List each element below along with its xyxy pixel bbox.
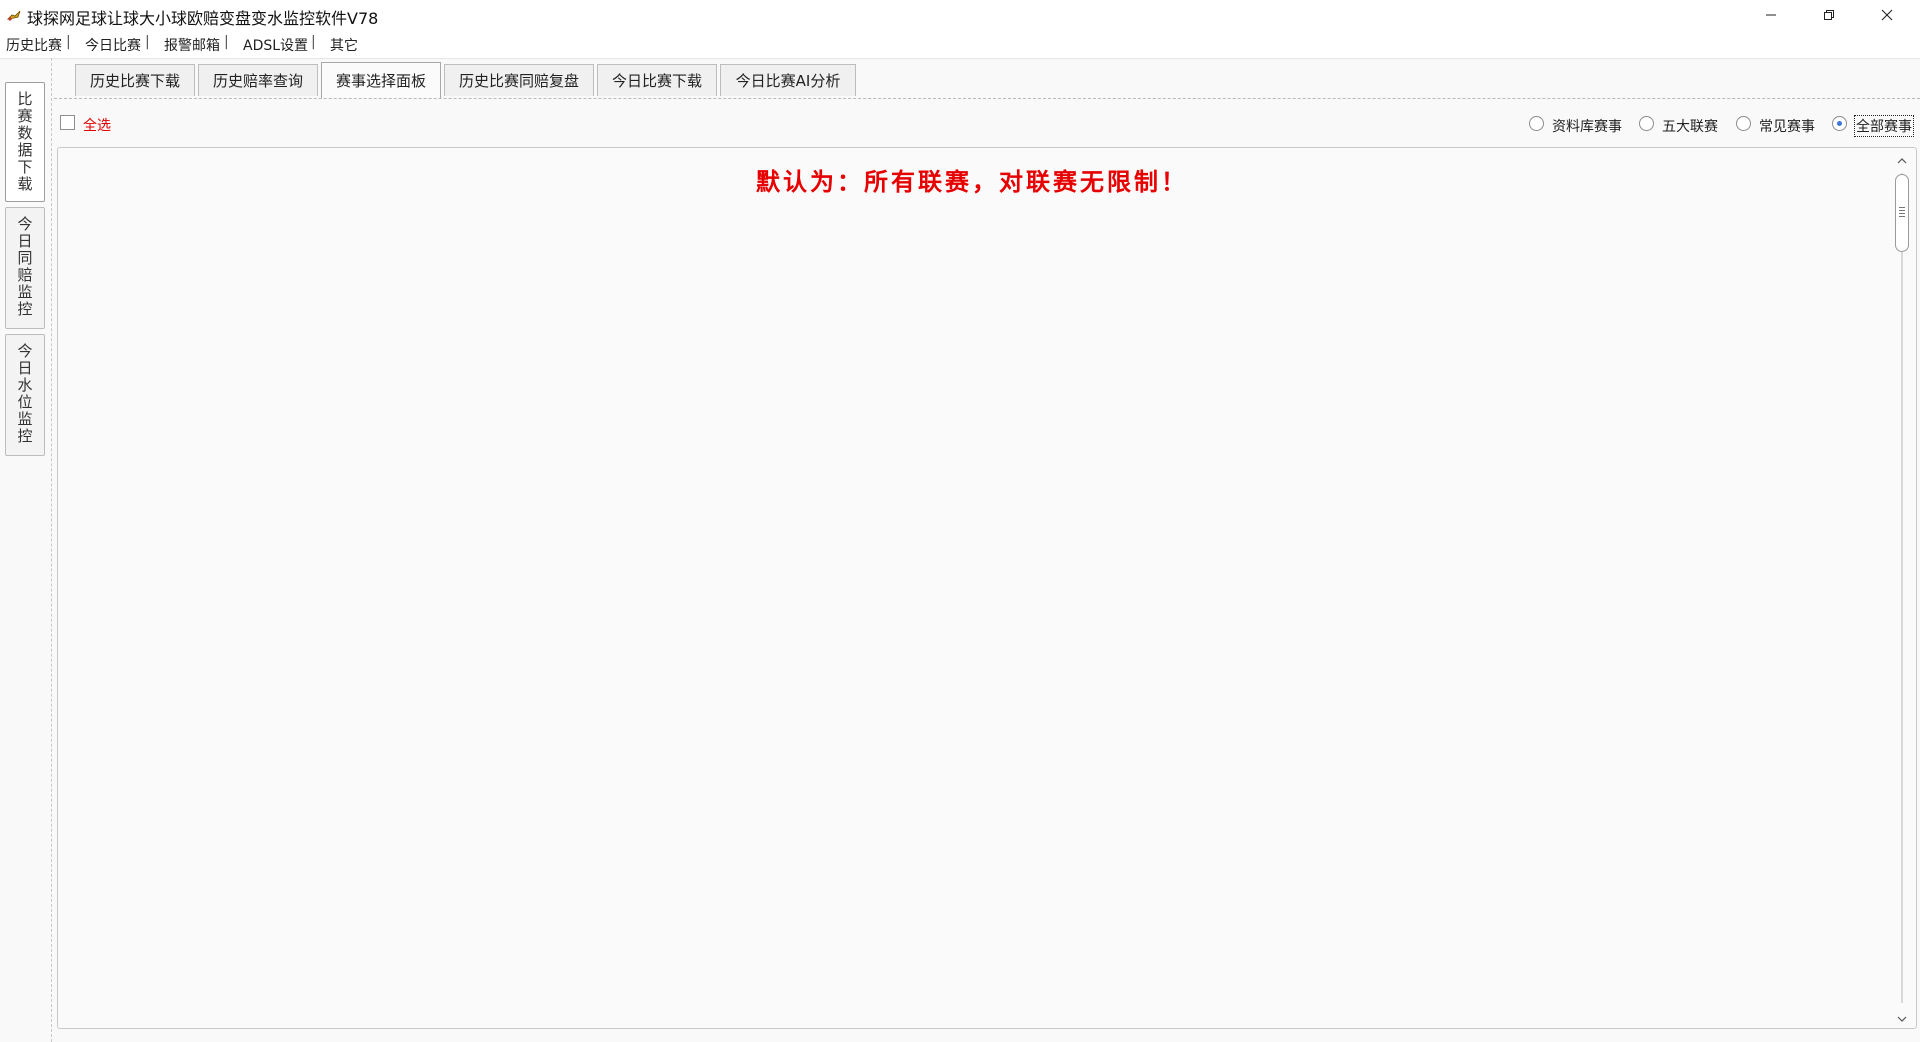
close-icon: [1881, 9, 1893, 21]
chevron-down-icon: [1897, 1016, 1907, 1022]
vtab-label: 今日水位监控: [15, 343, 34, 445]
select-all-label[interactable]: 全选: [83, 115, 111, 135]
radio-label-common-leagues[interactable]: 常见赛事: [1759, 116, 1815, 136]
restore-icon: [1824, 10, 1834, 20]
menu-other[interactable]: 其它: [330, 35, 358, 55]
tab-history-odds-query[interactable]: 历史赔率查询: [198, 64, 318, 96]
menu-separator: |: [66, 34, 71, 50]
menu-separator: |: [224, 34, 229, 50]
grip-line: [1899, 210, 1905, 211]
title-bar: 球探网足球让球大小球欧赔变盘变水监控软件V78: [0, 0, 1920, 30]
menu-adsl-settings[interactable]: ADSL设置: [243, 35, 308, 55]
minimize-icon: [1766, 14, 1776, 16]
menu-today-matches[interactable]: 今日比赛: [85, 35, 141, 55]
vtab-today-water-level-monitor[interactable]: 今日水位监控: [5, 334, 45, 456]
restore-button[interactable]: [1800, 0, 1858, 30]
grip-line: [1899, 207, 1905, 208]
vertical-scrollbar[interactable]: [1894, 149, 1910, 1027]
radio-common-leagues[interactable]: [1736, 116, 1751, 131]
tab-league-selection-panel[interactable]: 赛事选择面板: [321, 62, 441, 98]
radio-top-five-leagues[interactable]: [1639, 116, 1654, 131]
radio-label-database-leagues[interactable]: 资料库赛事: [1552, 116, 1622, 136]
scroll-track[interactable]: [1901, 173, 1903, 1003]
chevron-up-icon: [1897, 158, 1907, 164]
scroll-down-button[interactable]: [1894, 1011, 1910, 1027]
default-notice-text: 默认为：所有联赛，对联赛无限制！: [756, 167, 1188, 196]
tab-today-match-ai-analysis[interactable]: 今日比赛AI分析: [720, 64, 856, 96]
grip-line: [1899, 213, 1905, 214]
menu-bar: 历史比赛 | 今日比赛 | 报警邮箱 | ADSL设置 | 其它: [0, 30, 1920, 59]
vertical-tab-rail: [0, 58, 52, 1042]
tab-strip-divider: [54, 98, 1920, 99]
select-all-checkbox[interactable]: [60, 115, 75, 130]
grip-line: [1899, 216, 1905, 217]
league-selection-panel: [57, 147, 1917, 1029]
scroll-thumb[interactable]: [1895, 174, 1909, 252]
vtab-match-data-download[interactable]: 比赛数据下载: [5, 82, 45, 202]
scroll-up-button[interactable]: [1894, 153, 1910, 169]
vtab-label: 今日同赔监控: [15, 216, 34, 318]
vtab-label: 比赛数据下载: [15, 91, 34, 193]
rocket-icon: [6, 10, 21, 21]
radio-label-all-leagues[interactable]: 全部赛事: [1854, 115, 1914, 137]
radio-all-leagues[interactable]: [1832, 116, 1847, 131]
vtab-today-same-odds-monitor[interactable]: 今日同赔监控: [5, 207, 45, 329]
radio-database-leagues[interactable]: [1529, 116, 1544, 131]
close-button[interactable]: [1858, 0, 1916, 30]
menu-alert-email[interactable]: 报警邮箱: [164, 35, 220, 55]
minimize-button[interactable]: [1742, 0, 1800, 30]
tab-today-match-download[interactable]: 今日比赛下载: [597, 64, 717, 96]
menu-separator: |: [311, 34, 316, 50]
radio-label-top-five-leagues[interactable]: 五大联赛: [1662, 116, 1718, 136]
window-title: 球探网足球让球大小球欧赔变盘变水监控软件V78: [27, 9, 379, 28]
tab-history-match-download[interactable]: 历史比赛下载: [75, 64, 195, 96]
menu-history-matches[interactable]: 历史比赛: [6, 35, 62, 55]
tab-history-same-odds-review[interactable]: 历史比赛同赔复盘: [444, 64, 594, 96]
menu-separator: |: [145, 34, 150, 50]
